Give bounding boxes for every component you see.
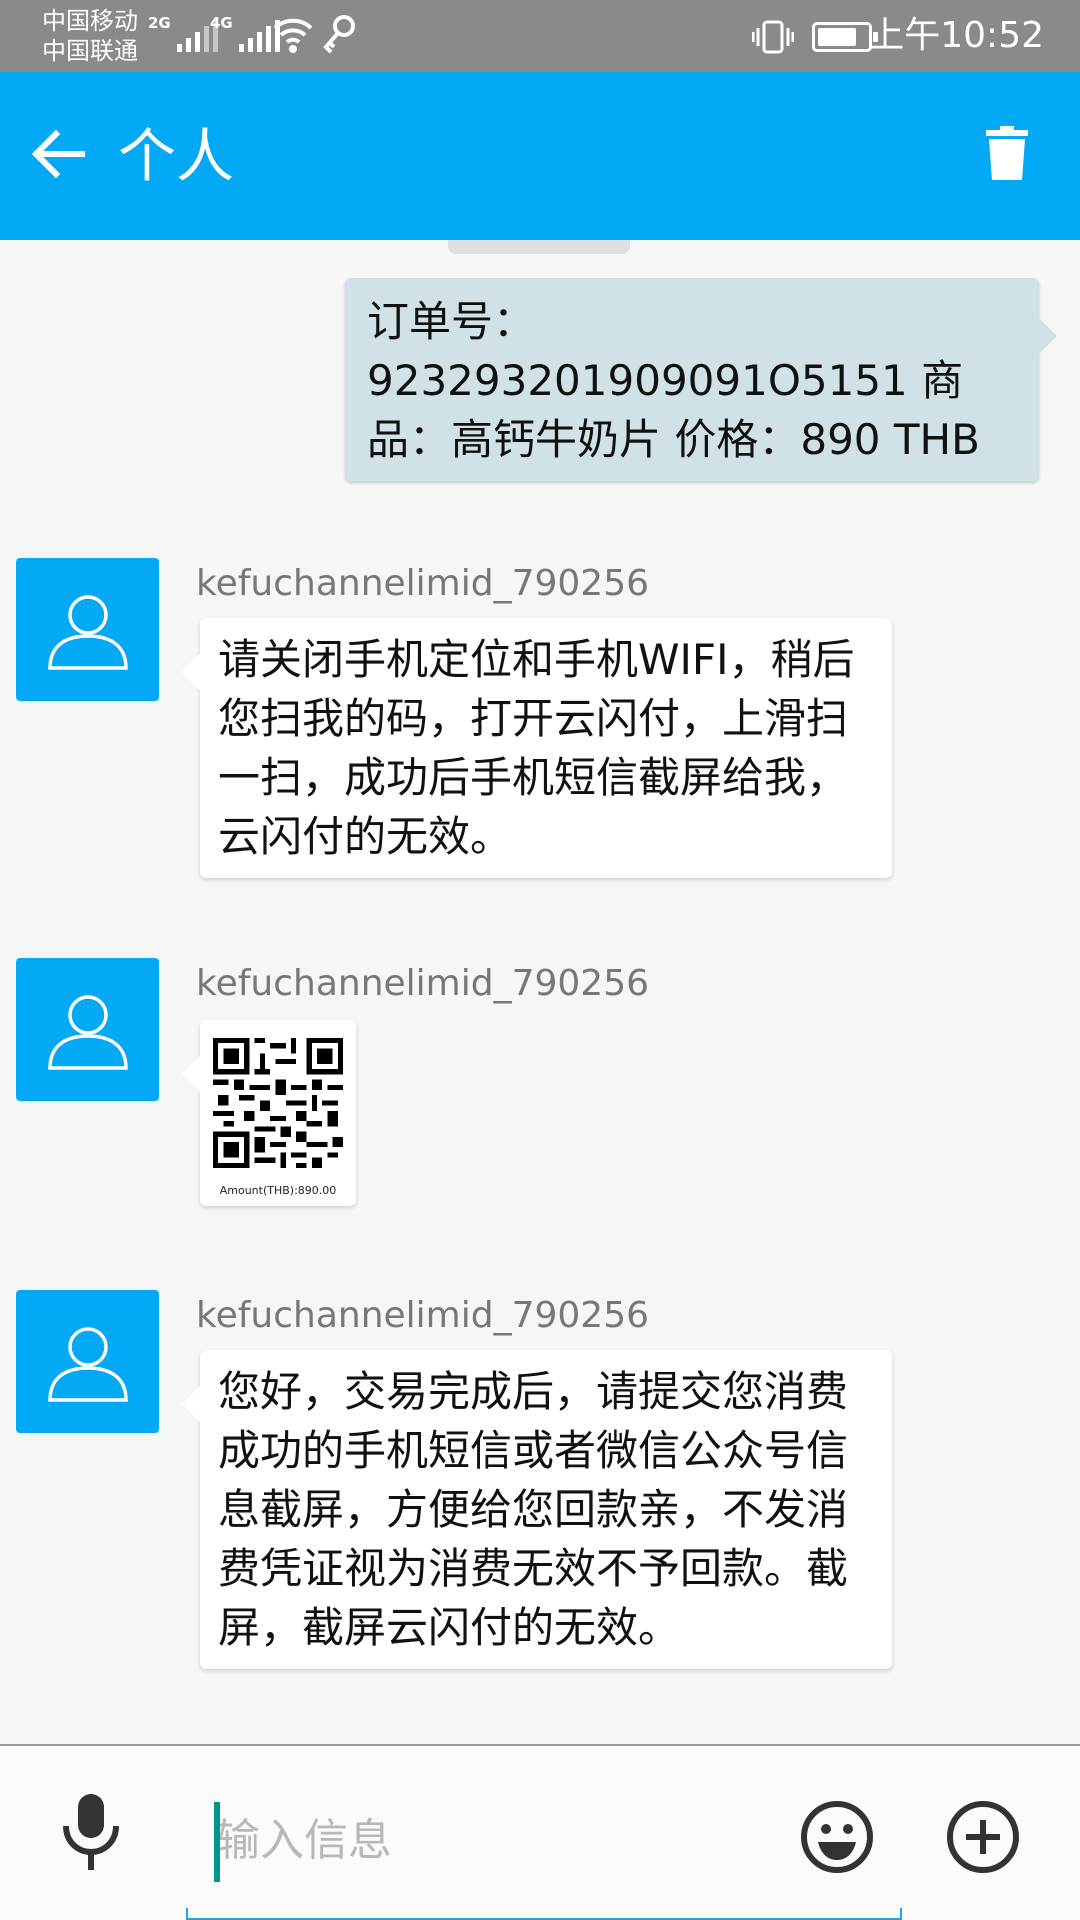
arrow-left-icon[interactable]	[28, 124, 88, 184]
vibrate-icon	[752, 20, 794, 54]
avatar[interactable]	[16, 1290, 159, 1433]
plus-icon[interactable]	[946, 1800, 1020, 1874]
signal-icon: 4G	[210, 14, 280, 52]
qr-code-message[interactable]: Amount(THB):890.00	[182, 1020, 356, 1206]
app-bar: 个人	[0, 72, 1080, 240]
incoming-message[interactable]: 请关闭手机定位和手机WIFI，稍后您扫我的码，打开云闪付，上滑扫一扫，成功后手机…	[182, 618, 892, 878]
user-icon	[47, 1326, 128, 1402]
chat-list[interactable]: 订单号：923293201909091O5151 商品：高钙牛奶片 价格：890…	[0, 240, 1080, 1744]
wifi-icon	[273, 18, 313, 53]
sender-name: kefuchannelimid_790256	[196, 1295, 650, 1336]
qr-code-image	[213, 1038, 343, 1168]
carrier-1: 中国移动	[42, 7, 138, 35]
emoji-icon[interactable]	[800, 1800, 874, 1874]
incoming-message-text: 您好，交易完成后，请提交您消费成功的手机短信或者微信公众号信息截屏，方便给您回款…	[218, 1367, 849, 1652]
network-label-2: 4G	[210, 14, 233, 32]
sender-name: kefuchannelimid_790256	[196, 563, 650, 604]
battery-icon	[812, 22, 878, 52]
user-icon	[47, 994, 128, 1070]
outgoing-message-text: 订单号：923293201909091O5151 商品：高钙牛奶片 价格：890…	[367, 297, 980, 464]
avatar[interactable]	[16, 558, 159, 701]
text-cursor	[214, 1802, 220, 1882]
clock: 上午10:52	[868, 15, 1044, 56]
user-icon	[47, 594, 128, 670]
microphone-icon[interactable]	[60, 1794, 122, 1870]
network-label-1: 2G	[148, 14, 171, 32]
message-input[interactable]	[186, 1798, 900, 1882]
signal-icon: 2G	[148, 14, 218, 52]
outgoing-message[interactable]: 订单号：923293201909091O5151 商品：高钙牛奶片 价格：890…	[345, 278, 1057, 481]
message-input-bar	[0, 1744, 1080, 1920]
incoming-message[interactable]: 您好，交易完成后，请提交您消费成功的手机短信或者微信公众号信息截屏，方便给您回款…	[182, 1350, 892, 1669]
qr-amount-caption: Amount(THB):890.00	[219, 1184, 337, 1197]
timestamp-chip	[448, 240, 630, 254]
carrier-names: 中国移动 中国联通	[42, 6, 138, 66]
status-bar: 中国移动 中国联通 2G 4G 上午10:52	[0, 0, 1080, 72]
carrier-2: 中国联通	[42, 37, 138, 65]
input-underline	[186, 1908, 902, 1920]
sender-name: kefuchannelimid_790256	[196, 963, 650, 1004]
avatar[interactable]	[16, 958, 159, 1101]
trash-icon[interactable]	[986, 126, 1028, 180]
page-title: 个人	[118, 122, 235, 190]
key-icon	[323, 15, 355, 54]
incoming-message-text: 请关闭手机定位和手机WIFI，稍后您扫我的码，打开云闪付，上滑扫一扫，成功后手机…	[218, 635, 855, 861]
